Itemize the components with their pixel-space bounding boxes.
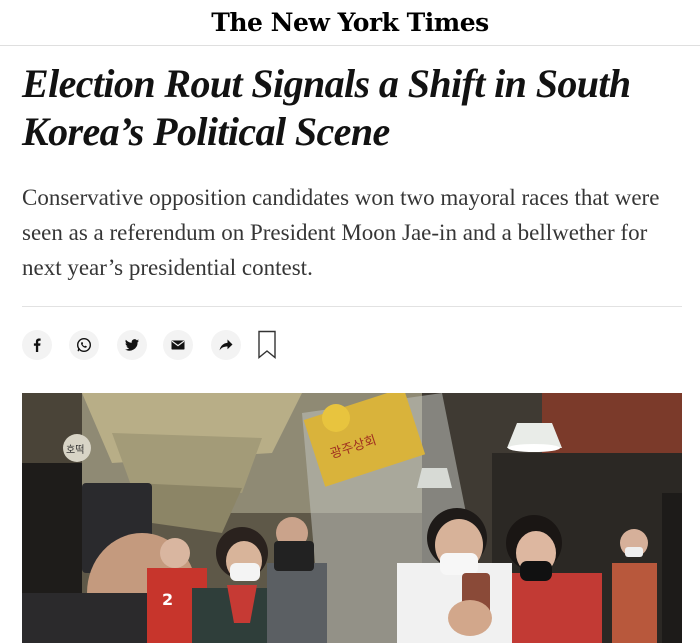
- email-icon: [171, 340, 185, 350]
- market-scene-image: 광주상회 호떡 2: [22, 393, 682, 643]
- article-headline: Election Rout Signals a Shift in South K…: [22, 61, 631, 154]
- campaign-number-text: 2: [162, 590, 173, 609]
- twitter-icon: [125, 339, 139, 351]
- small-sign-text: 호떡: [66, 444, 84, 456]
- whatsapp-share-button[interactable]: [69, 330, 99, 360]
- whatsapp-icon: [76, 337, 92, 353]
- article-photo[interactable]: 광주상회 호떡 2: [22, 393, 682, 643]
- more-share-button[interactable]: [211, 330, 241, 360]
- facebook-icon: [33, 338, 41, 352]
- divider: [22, 306, 682, 307]
- email-share-button[interactable]: [163, 330, 193, 360]
- article-summary: Conservative opposition candidates won t…: [22, 185, 660, 280]
- share-toolbar: [22, 330, 322, 364]
- bookmark-icon: [258, 330, 276, 359]
- twitter-share-button[interactable]: [117, 330, 147, 360]
- facebook-share-button[interactable]: [22, 330, 52, 360]
- share-arrow-icon: [219, 339, 233, 351]
- bookmark-button[interactable]: [256, 330, 278, 360]
- masthead: The New York Times: [0, 0, 700, 46]
- nyt-logo[interactable]: The New York Times: [211, 8, 489, 37]
